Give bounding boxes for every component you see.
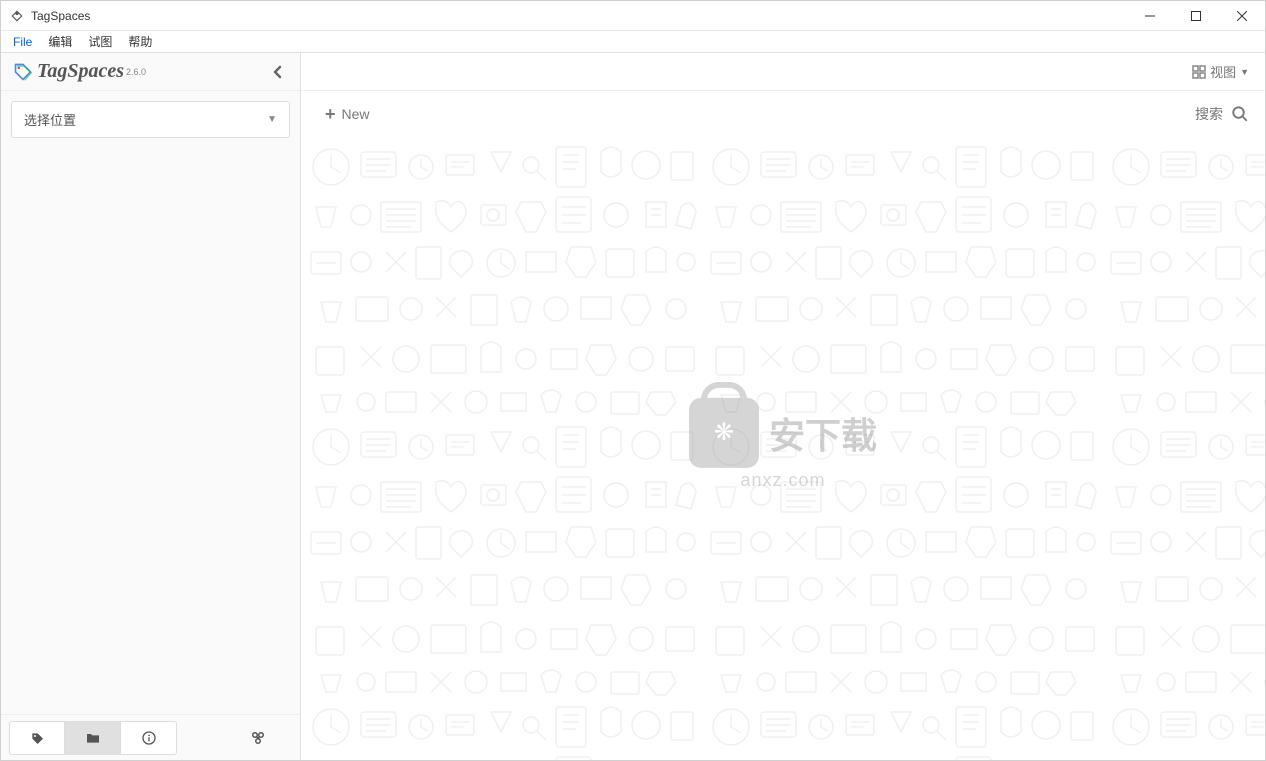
- settings-button[interactable]: [242, 722, 274, 754]
- search-icon: [1231, 105, 1249, 123]
- background-pattern: [301, 137, 1265, 760]
- new-button[interactable]: + New: [317, 98, 378, 131]
- menu-view[interactable]: 试图: [80, 31, 120, 52]
- menubar: File 编辑 试图 帮助: [1, 31, 1265, 53]
- location-selector[interactable]: 选择位置 ▼: [11, 101, 290, 138]
- logo-text: TagSpaces: [37, 60, 124, 83]
- tag-icon: [13, 62, 33, 82]
- grid-icon: [1192, 65, 1206, 79]
- sidebar-body: [1, 148, 300, 714]
- menu-file[interactable]: File: [5, 33, 40, 51]
- view-selector[interactable]: 视图 ▼: [1192, 62, 1249, 81]
- sidebar: TagSpaces 2.6.0 选择位置 ▼: [1, 53, 301, 760]
- window-title: TagSpaces: [31, 9, 1127, 23]
- content-header: 视图 ▼: [301, 53, 1265, 91]
- caret-down-icon: ▼: [267, 114, 277, 125]
- folder-tab[interactable]: [65, 721, 121, 755]
- sidebar-header: TagSpaces 2.6.0: [1, 53, 300, 91]
- collapse-sidebar-button[interactable]: [266, 61, 288, 83]
- main-container: TagSpaces 2.6.0 选择位置 ▼: [1, 53, 1265, 760]
- content-toolbar: + New 搜索: [301, 91, 1265, 137]
- titlebar: TagSpaces: [1, 1, 1265, 31]
- menu-edit[interactable]: 编辑: [40, 31, 80, 52]
- content-area: 视图 ▼ + New 搜索 ❋: [301, 53, 1265, 760]
- logo: TagSpaces 2.6.0: [13, 60, 266, 83]
- close-button[interactable]: [1219, 1, 1265, 30]
- content-body: ❋ 安下载 anxz.com: [301, 137, 1265, 760]
- search-label: 搜索: [1195, 104, 1223, 124]
- view-label: 视图: [1210, 62, 1236, 81]
- maximize-button[interactable]: [1173, 1, 1219, 30]
- info-tab[interactable]: [121, 721, 177, 755]
- window-controls: [1127, 1, 1265, 30]
- sidebar-footer: [1, 714, 300, 760]
- minimize-button[interactable]: [1127, 1, 1173, 30]
- new-label: New: [342, 106, 370, 122]
- tags-tab[interactable]: [9, 721, 65, 755]
- app-icon: [9, 8, 25, 24]
- menu-help[interactable]: 帮助: [120, 31, 160, 52]
- plus-icon: +: [325, 104, 336, 125]
- location-label: 选择位置: [24, 110, 76, 129]
- search-button[interactable]: 搜索: [1195, 104, 1249, 124]
- caret-down-icon: ▼: [1240, 67, 1249, 77]
- version-label: 2.6.0: [126, 67, 146, 77]
